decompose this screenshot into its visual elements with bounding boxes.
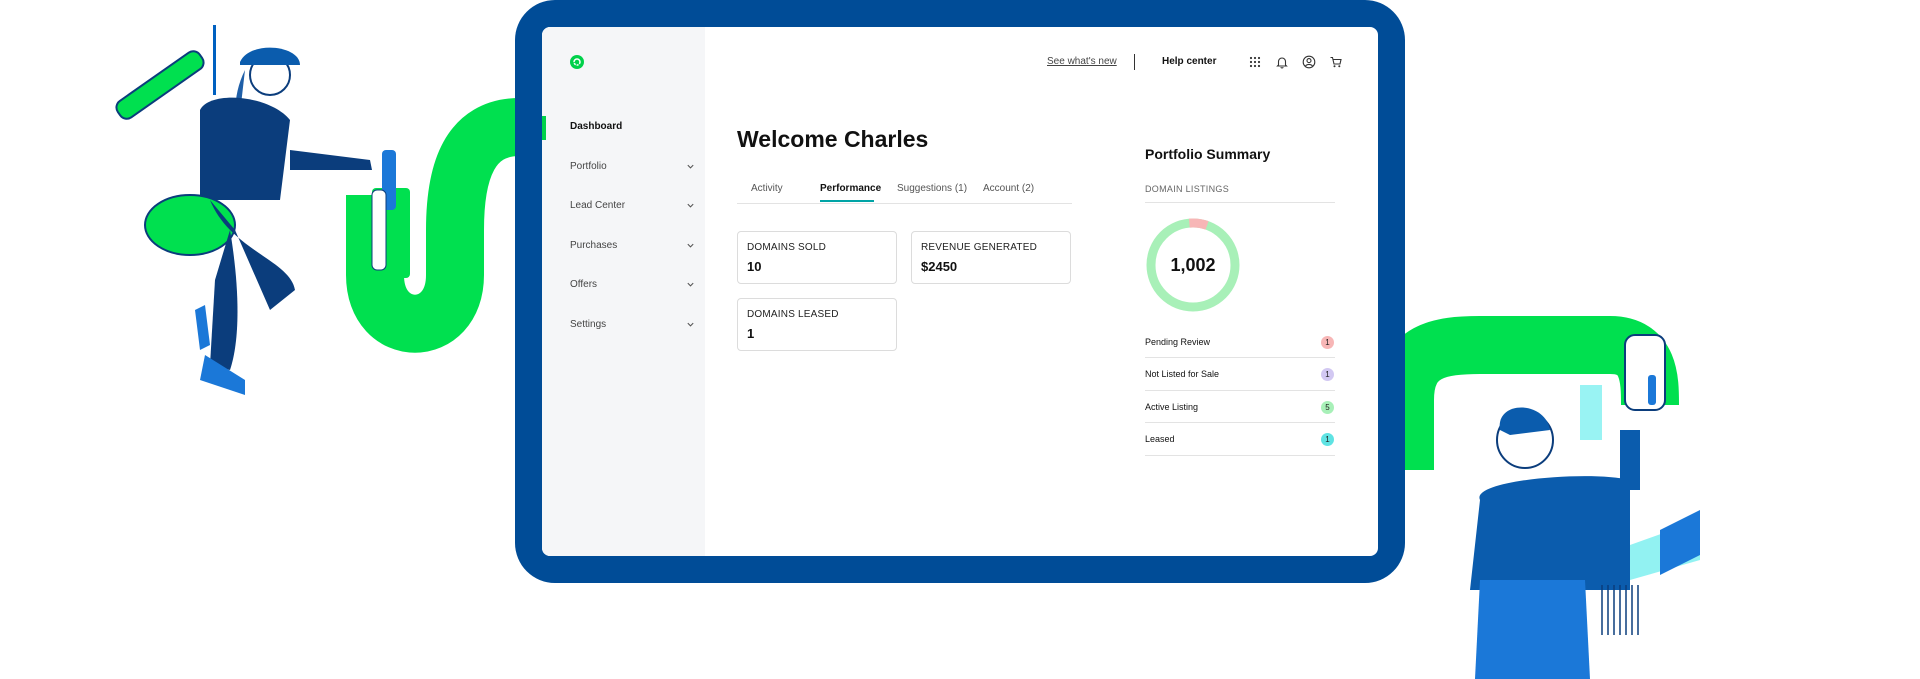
sidebar-item-label: Settings	[570, 319, 607, 330]
sidebar-item-purchases[interactable]: Purchases	[570, 240, 695, 251]
card-value: 10	[747, 259, 762, 274]
sidebar-item-label: Offers	[570, 279, 598, 290]
card-title: DOMAINS SOLD	[747, 242, 827, 253]
person-right-icon	[1470, 334, 1700, 679]
card-title: REVENUE GENERATED	[921, 242, 1038, 253]
logo-icon	[570, 55, 584, 69]
sidebar-item-label: Purchases	[570, 240, 618, 251]
active-listing-badge: 5	[1321, 401, 1334, 414]
tab-activity[interactable]: Activity	[751, 183, 783, 194]
card-value: $2450	[921, 259, 958, 274]
not-listed-label: Not Listed for Sale	[1145, 369, 1220, 379]
sidebar: Dashboard Portfolio Lead Center Purchase…	[542, 27, 705, 556]
not-listed-badge: 1	[1321, 368, 1334, 381]
card-value: 1	[747, 326, 755, 341]
sidebar-item-dashboard[interactable]: Dashboard	[570, 121, 695, 132]
tablet-frame: Dashboard Portfolio Lead Center Purchase…	[515, 0, 1405, 583]
account-icon[interactable]	[1302, 55, 1316, 69]
sidebar-item-portfolio[interactable]: Portfolio	[570, 161, 695, 172]
chevron-down-icon	[687, 322, 694, 327]
sidebar-item-label: Portfolio	[570, 161, 607, 172]
divider	[1145, 455, 1335, 456]
app-screen: Dashboard Portfolio Lead Center Purchase…	[542, 27, 1378, 556]
divider	[1145, 422, 1335, 423]
leased-badge: 1	[1321, 433, 1334, 446]
active-listing-label: Active Listing	[1145, 402, 1199, 412]
divider	[1145, 357, 1335, 358]
divider	[1145, 202, 1335, 203]
sidebar-item-settings[interactable]: Settings	[570, 319, 695, 330]
active-nav-indicator	[542, 116, 546, 140]
page-title: Welcome Charles	[737, 126, 929, 152]
tab-account[interactable]: Account (2)	[983, 183, 1034, 194]
bell-icon[interactable]	[1275, 55, 1289, 69]
header-divider	[1134, 54, 1135, 70]
tab-suggestions[interactable]: Suggestions (1)	[897, 183, 967, 194]
sidebar-item-label: Lead Center	[570, 200, 626, 211]
pending-review-badge: 1	[1321, 336, 1334, 349]
whats-new-link[interactable]: See what's new	[1047, 56, 1117, 67]
sidebar-item-label: Dashboard	[570, 121, 623, 132]
active-tab-indicator	[820, 200, 874, 202]
leased-label: Leased	[1145, 434, 1175, 444]
card-title: DOMAINS LEASED	[747, 309, 839, 320]
chevron-down-icon	[687, 203, 694, 208]
domains-sold-card: DOMAINS SOLD 10	[737, 231, 897, 284]
revenue-generated-card: REVENUE GENERATED $2450	[911, 231, 1071, 284]
portfolio-summary-title: Portfolio Summary	[1145, 146, 1271, 162]
domains-leased-card: DOMAINS LEASED 1	[737, 298, 897, 351]
chevron-down-icon	[687, 164, 694, 169]
domain-listings-label: DOMAIN LISTINGS	[1145, 184, 1230, 194]
chevron-down-icon	[687, 282, 694, 287]
sidebar-item-offers[interactable]: Offers	[570, 279, 695, 290]
tab-bar: Activity Performance Suggestions (1) Acc…	[737, 183, 1072, 204]
chevron-down-icon	[687, 243, 694, 248]
pending-review-label: Pending Review	[1145, 337, 1211, 347]
sidebar-item-lead-center[interactable]: Lead Center	[570, 200, 695, 211]
apps-grid-icon[interactable]	[1248, 55, 1262, 69]
divider	[1145, 390, 1335, 391]
domain-total: 1,002	[1170, 255, 1216, 275]
help-center-link[interactable]: Help center	[1162, 56, 1216, 67]
tab-performance[interactable]: Performance	[820, 183, 881, 194]
cart-icon[interactable]	[1329, 55, 1343, 69]
